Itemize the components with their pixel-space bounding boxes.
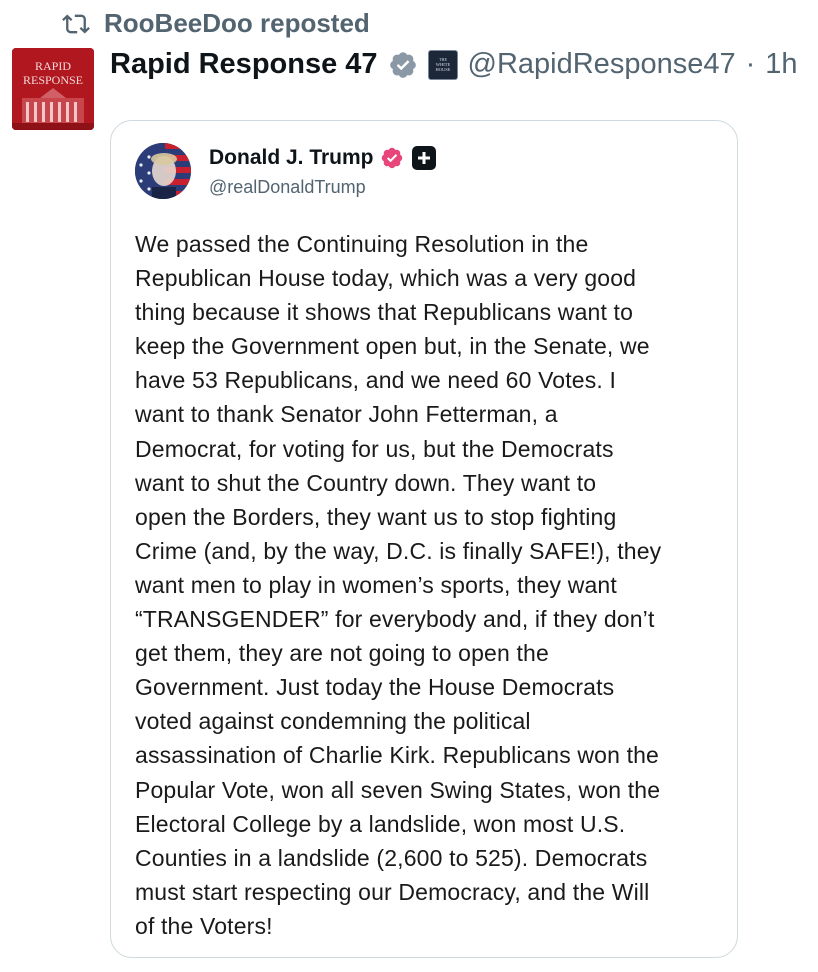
plus-icon: [417, 152, 430, 164]
body-line: want to thank Senator John Fetterman, a: [135, 401, 558, 428]
body-line: get them, they are not going to open the: [135, 640, 549, 667]
body-line: voted against condemning the political: [135, 708, 531, 735]
body-line: Republican House today, which was a very…: [135, 265, 637, 292]
separator: ·: [745, 48, 756, 80]
avatar[interactable]: RAPID RESPONSE: [12, 48, 94, 130]
rapid-response-logo-icon: RAPID RESPONSE: [12, 48, 94, 130]
quoted-display-name[interactable]: Donald J. Trump: [209, 146, 374, 170]
quoted-post-card[interactable]: Donald J. Trump @realDonaldTrump We pass…: [110, 120, 738, 958]
repost-icon: [62, 14, 90, 33]
timestamp[interactable]: 1h: [765, 48, 797, 81]
body-line: assassination of Charlie Kirk. Republica…: [135, 742, 659, 769]
quoted-handle[interactable]: @realDonaldTrump: [209, 177, 366, 198]
body-line: Popular Vote, won all seven Swing States…: [135, 776, 661, 803]
display-name[interactable]: Rapid Response 47: [110, 48, 378, 81]
body-line: must start respecting our Democracy, and…: [135, 878, 650, 905]
quoted-name-row: Donald J. Trump: [209, 146, 436, 170]
portrait-flag-avatar-icon: [135, 143, 191, 199]
badge-text-3: HOUSE: [435, 67, 450, 72]
avatar-text-2: RESPONSE: [23, 73, 83, 87]
quoted-post-body: We passed the Continuing Resolution in t…: [135, 227, 725, 943]
quoted-avatar[interactable]: [135, 143, 191, 199]
body-line: keep the Government open but, in the Sen…: [135, 333, 650, 360]
body-line: Government. Just today the House Democra…: [135, 674, 615, 701]
post-header: Rapid Response 47 THE WHITE HOUSE @Rapid…: [110, 48, 798, 81]
body-line: “TRANSGENDER” for everybody and, if they…: [135, 606, 655, 633]
body-line: thing because it shows that Republicans …: [135, 299, 634, 326]
white-house-affiliate-badge[interactable]: THE WHITE HOUSE: [427, 49, 458, 80]
avatar-text-1: RAPID: [35, 59, 71, 73]
plus-badge[interactable]: [411, 146, 436, 170]
body-line: open the Borders, they want us to stop f…: [135, 503, 617, 530]
handle[interactable]: @RapidResponse47: [468, 48, 736, 81]
verified-badge-icon[interactable]: [380, 146, 404, 170]
body-line: We passed the Continuing Resolution in t…: [135, 231, 589, 257]
body-line: have 53 Republicans, and we need 60 Vote…: [135, 367, 616, 394]
white-house-icon: THE WHITE HOUSE: [435, 57, 450, 72]
repost-label: RooBeeDoo reposted: [104, 8, 370, 38]
body-line: Counties in a landslide (2,600 to 525). …: [135, 844, 648, 871]
body-line: want to shut the Country down. They want…: [135, 469, 597, 496]
body-line: Crime (and, by the way, D.C. is finally …: [135, 537, 662, 564]
body-line: Electoral College by a landslide, won mo…: [135, 810, 626, 837]
body-line: want men to play in women’s sports, they…: [135, 571, 617, 598]
body-line: Democrat, for voting for us, but the Dem…: [135, 435, 614, 462]
body-line: of the Voters!: [135, 912, 273, 939]
verified-badge-icon[interactable]: [388, 50, 418, 80]
repost-indicator[interactable]: RooBeeDoo reposted: [62, 8, 370, 39]
